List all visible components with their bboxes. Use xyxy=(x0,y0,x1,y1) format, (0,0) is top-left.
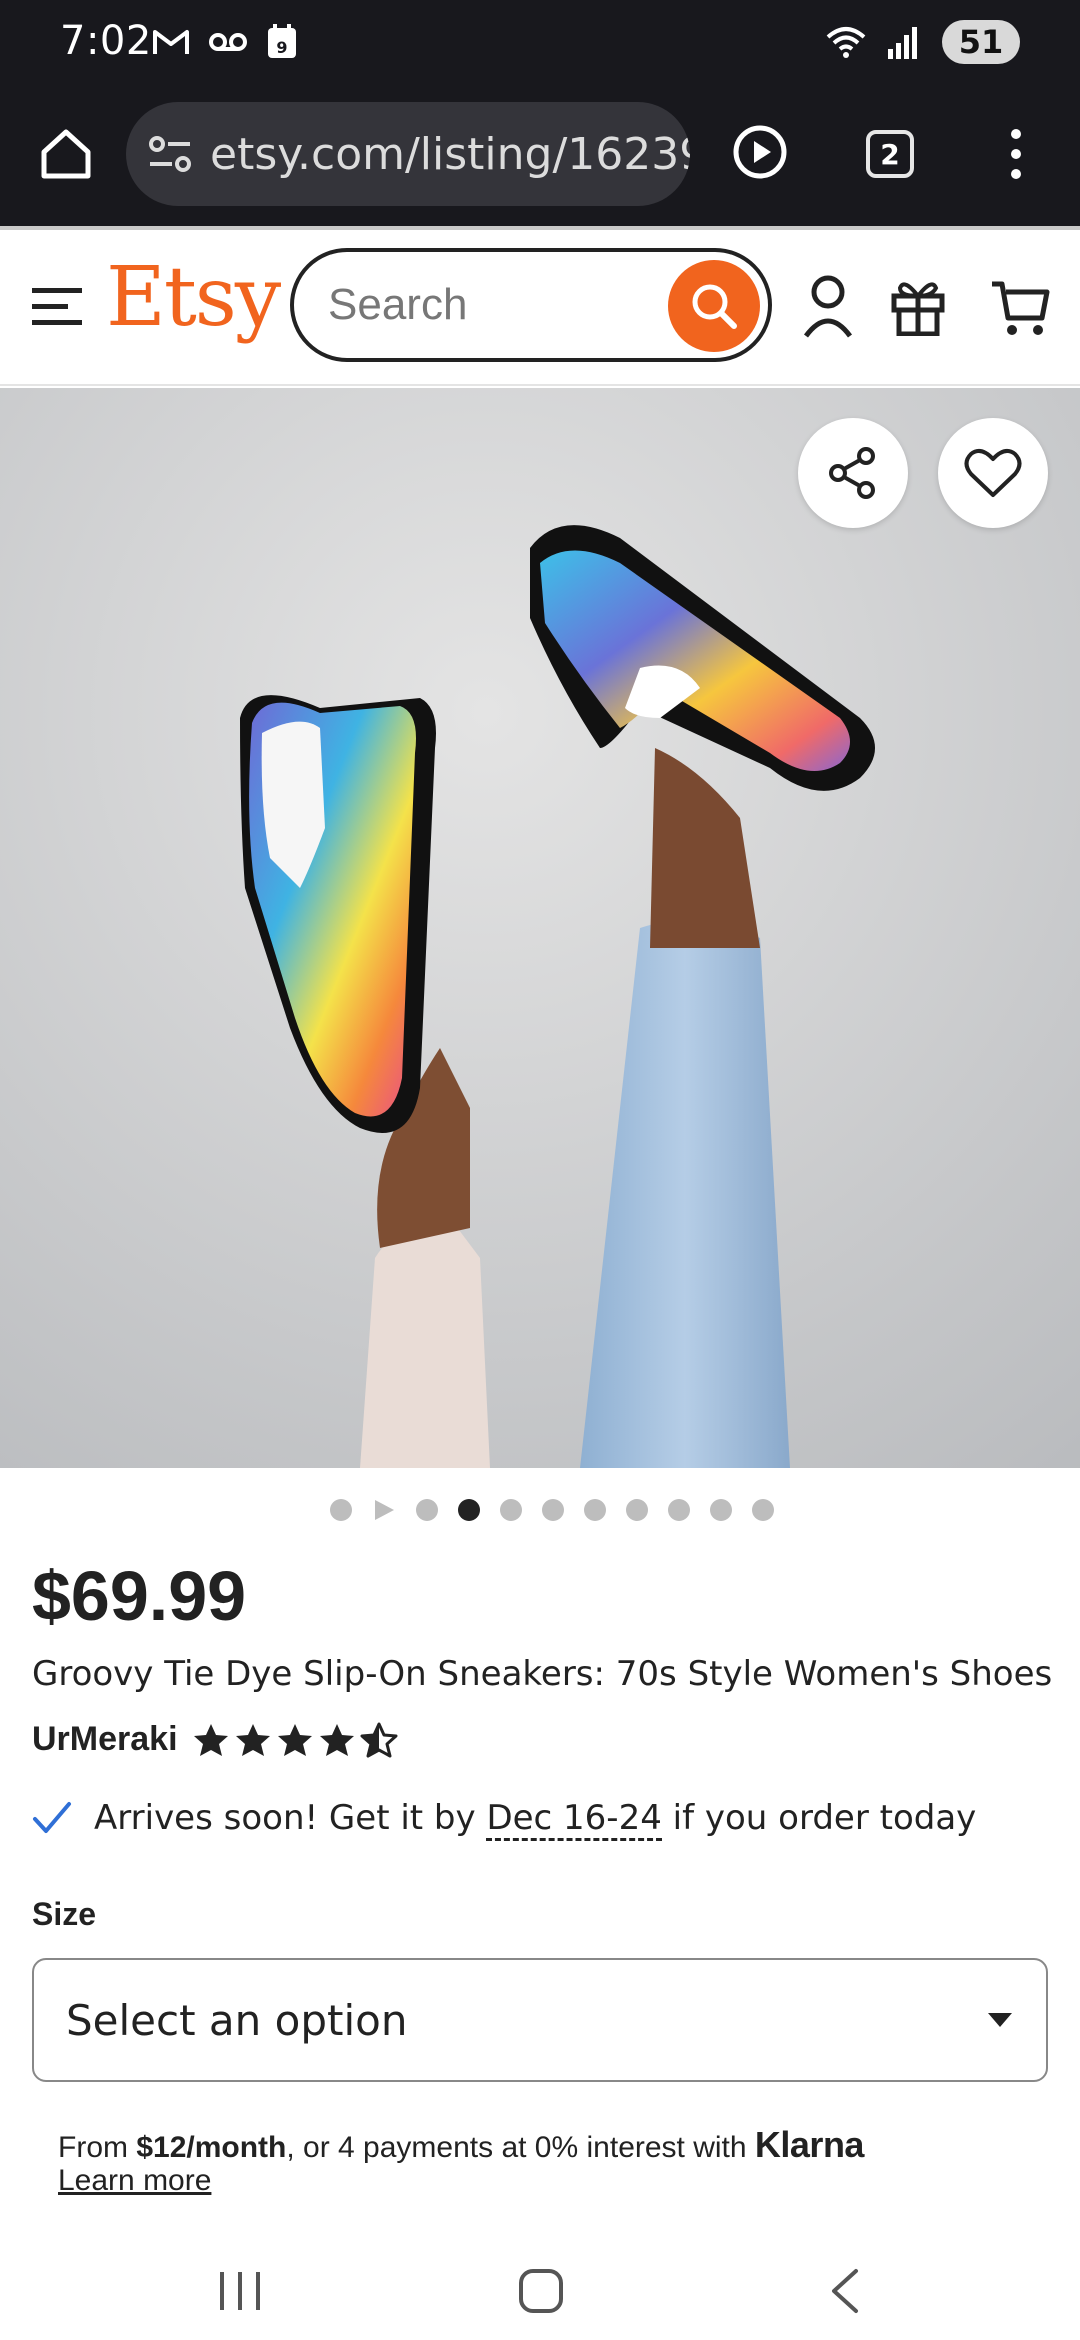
shop-row: UrMeraki xyxy=(32,1720,398,1759)
carousel-dot[interactable] xyxy=(752,1499,774,1521)
arrival-prefix: Arrives soon! Get it by xyxy=(94,1798,476,1838)
half-star-icon xyxy=(360,1722,398,1757)
size-select[interactable]: Select an option xyxy=(32,1958,1048,2082)
product-image[interactable] xyxy=(0,388,1080,1468)
checkmark-icon xyxy=(33,1802,71,1833)
star-icon xyxy=(319,1723,354,1756)
klarna-middle: , or 4 payments at 0% interest with xyxy=(286,2131,755,2164)
price: $69.99 xyxy=(32,1557,247,1635)
wifi-icon xyxy=(826,27,866,58)
klarna-logo: Klarna xyxy=(754,2124,865,2165)
arrival-estimate: Arrives soon! Get it by Dec 16-24 if you… xyxy=(32,1798,977,1841)
calendar-icon: 9 xyxy=(268,24,296,58)
site-header: Etsy xyxy=(0,230,1080,386)
play-icon[interactable] xyxy=(732,124,788,180)
search-input[interactable] xyxy=(328,280,648,330)
battery-indicator: 51 xyxy=(942,20,1020,64)
share-button[interactable] xyxy=(798,418,908,528)
system-navigation-bar xyxy=(0,2220,1080,2340)
gmail-icon xyxy=(153,30,189,54)
shop-name-link[interactable]: UrMeraki xyxy=(32,1720,178,1759)
klarna-financing: From $12/month, or 4 payments at 0% inte… xyxy=(58,2124,864,2169)
carousel-dot[interactable] xyxy=(584,1499,606,1521)
system-icons: 51 xyxy=(826,20,1020,64)
listing-title: Groovy Tie Dye Slip-On Sneakers: 70s Sty… xyxy=(32,1654,1053,1694)
carousel-dot[interactable] xyxy=(668,1499,690,1521)
url-text: etsy.com/listing/162391C xyxy=(210,128,690,180)
carousel-dot[interactable] xyxy=(330,1499,352,1521)
back-icon[interactable] xyxy=(828,2268,860,2314)
browser-toolbar: etsy.com/listing/162391C 2 xyxy=(0,86,1080,226)
search-button[interactable] xyxy=(668,260,760,352)
gift-icon[interactable] xyxy=(890,274,946,336)
voicemail-icon xyxy=(209,33,247,51)
search-box xyxy=(290,248,772,362)
rating-stars[interactable] xyxy=(192,1722,398,1758)
cart-icon[interactable] xyxy=(990,278,1050,338)
home-nav-icon[interactable] xyxy=(518,2268,564,2314)
klarna-amount: $12/month xyxy=(136,2131,287,2164)
carousel-dot[interactable] xyxy=(626,1499,648,1521)
heart-icon xyxy=(964,448,1022,497)
more-menu-icon[interactable] xyxy=(1004,126,1028,182)
dropdown-arrow-icon xyxy=(988,2013,1012,2027)
carousel-dot[interactable] xyxy=(500,1499,522,1521)
carousel-dot[interactable] xyxy=(416,1499,438,1521)
account-icon[interactable] xyxy=(802,274,854,340)
tab-switcher-button[interactable]: 2 xyxy=(866,130,914,178)
star-icon xyxy=(277,1723,312,1756)
arrival-suffix: if you order today xyxy=(672,1798,977,1838)
carousel-dot[interactable] xyxy=(710,1499,732,1521)
size-select-value: Select an option xyxy=(66,1995,408,2045)
klarna-from: From xyxy=(58,2131,137,2164)
url-bar[interactable]: etsy.com/listing/162391C xyxy=(126,102,690,206)
recent-apps-icon[interactable] xyxy=(218,2270,264,2312)
etsy-logo[interactable]: Etsy xyxy=(106,250,281,345)
star-icon xyxy=(193,1723,228,1756)
carousel-dot-active[interactable] xyxy=(458,1499,480,1521)
star-icon xyxy=(235,1723,270,1756)
arrival-date[interactable]: Dec 16-24 xyxy=(486,1798,662,1841)
favorite-button[interactable] xyxy=(938,418,1048,528)
learn-more-link[interactable]: Learn more xyxy=(58,2164,211,2198)
product-photo xyxy=(0,388,1080,1468)
size-label: Size xyxy=(32,1896,97,1932)
status-time: 7:02 xyxy=(60,18,152,64)
site-settings-icon[interactable] xyxy=(148,134,192,174)
video-play-icon[interactable] xyxy=(372,1498,396,1522)
hamburger-menu-icon[interactable] xyxy=(32,286,82,326)
status-bar: 7:02 9 51 xyxy=(0,0,1080,86)
share-icon xyxy=(829,447,875,499)
signal-icon xyxy=(888,27,917,59)
carousel-dot[interactable] xyxy=(542,1499,564,1521)
carousel-indicator xyxy=(0,1498,1080,1522)
home-icon[interactable] xyxy=(38,126,94,182)
svg-text:9: 9 xyxy=(276,38,287,57)
search-icon xyxy=(692,284,737,329)
notification-icons: 9 xyxy=(152,24,298,60)
